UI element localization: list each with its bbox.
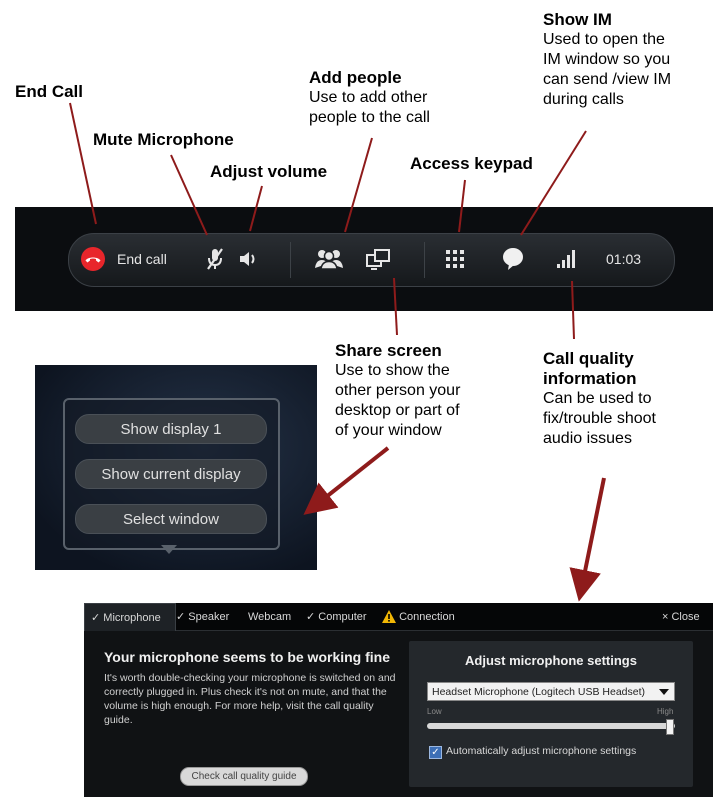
- warning-icon: [382, 610, 396, 623]
- call-timer: 01:03: [606, 251, 642, 267]
- keypad-button[interactable]: [444, 248, 466, 270]
- tab-connection[interactable]: Connection: [382, 603, 455, 630]
- tab-label: Webcam: [248, 610, 292, 623]
- annotation-volume-title: Adjust volume: [210, 162, 328, 181]
- annotation-share-screen: Share screen Use to show the other perso…: [335, 341, 460, 441]
- annotation-show-im-title: Show IM: [543, 10, 612, 29]
- annotation-show-im-line: during calls: [543, 91, 624, 108]
- mic-status-text: It's worth double-checking your micropho…: [104, 672, 396, 726]
- tab-webcam[interactable]: Webcam: [248, 603, 291, 630]
- call-toolbar: End call 01:03: [68, 233, 675, 287]
- end-call-button[interactable]: End call: [81, 247, 167, 271]
- speaker-volume-icon: [240, 252, 255, 266]
- microphone-device-select[interactable]: Headset Microphone (Logitech USB Headset…: [427, 682, 675, 701]
- annotation-show-im-line: can send /view IM: [543, 71, 672, 88]
- adjust-microphone-box: Adjust microphone settings Headset Micro…: [409, 641, 693, 787]
- auto-adjust-checkbox[interactable]: ✓: [429, 746, 442, 759]
- signal-bars-icon: [557, 250, 575, 268]
- annotation-call-quality-line: fix/trouble shoot: [543, 410, 656, 427]
- slider-low-label: Low: [427, 707, 442, 716]
- select-window-button[interactable]: Select window: [75, 504, 267, 534]
- check-icon: ✓: [91, 612, 101, 624]
- tab-speaker[interactable]: ✓ Speaker: [176, 603, 229, 630]
- annotation-call-quality-line: Can be used to: [543, 390, 652, 407]
- annotation-show-im-line: IM window so you: [543, 51, 671, 68]
- share-screen-icon: [366, 249, 390, 270]
- annotation-end-call-title: End Call: [15, 82, 84, 101]
- tab-microphone[interactable]: ✓ Microphone: [84, 603, 176, 631]
- show-im-button[interactable]: [501, 247, 525, 271]
- toolbar-divider: [290, 242, 291, 278]
- check-call-quality-guide-button[interactable]: Check call quality guide: [180, 767, 308, 786]
- share-menu-pointer: [161, 545, 177, 554]
- tab-label: Speaker: [188, 610, 230, 623]
- annotation-add-people: Add people Use to add other people to th…: [309, 68, 430, 128]
- annotation-keypad-title: Access keypad: [410, 154, 533, 173]
- share-menu: Show display 1 Show current display Sele…: [63, 398, 280, 550]
- keypad-icon: [446, 250, 464, 268]
- annotation-call-quality: Call quality information Can be used to …: [543, 349, 656, 449]
- show-current-display-button[interactable]: Show current display: [75, 459, 267, 489]
- annotation-add-people-title: Add people: [309, 68, 402, 87]
- annotation-show-im: Show IM Used to open the IM window so yo…: [543, 10, 671, 110]
- share-screen-button[interactable]: [365, 247, 391, 271]
- auto-adjust-label: Automatically adjust microphone settings: [446, 745, 637, 757]
- annotation-share-screen-line: other person your: [335, 382, 461, 399]
- end-call-phone-icon: [81, 247, 105, 271]
- tab-label: Microphone: [103, 611, 161, 624]
- annotation-call-quality-line: audio issues: [543, 430, 632, 447]
- arrow-to-share-menu: [303, 446, 390, 515]
- annotation-mute-title: Mute Microphone: [93, 130, 234, 149]
- show-display-1-button[interactable]: Show display 1: [75, 414, 267, 444]
- annotation-add-people-line: people to the call: [309, 109, 430, 126]
- tab-computer[interactable]: ✓ Computer: [306, 603, 367, 630]
- call-settings-panel: ✓ Microphone ✓ Speaker Webcam ✓ Computer…: [84, 603, 713, 797]
- add-people-icon: [315, 250, 343, 270]
- arrow-to-settings-panel: [569, 477, 606, 602]
- adjust-microphone-title: Adjust microphone settings: [465, 653, 637, 668]
- check-icon: ✓: [176, 611, 186, 623]
- mic-status-title: Your microphone seems to be working fine: [104, 649, 391, 665]
- annotation-show-im-line: Used to open the: [543, 31, 665, 48]
- im-bubble-icon: [503, 248, 523, 270]
- tab-label: Connection: [399, 610, 455, 623]
- call-quality-button[interactable]: [556, 249, 576, 269]
- end-call-label: End call: [117, 251, 167, 267]
- chevron-down-icon: [659, 689, 669, 695]
- annotation-share-screen-line: Use to show the: [335, 362, 450, 379]
- mute-microphone-button[interactable]: [204, 247, 226, 271]
- annotation-add-people-line: Use to add other: [309, 89, 428, 106]
- toolbar-divider: [424, 242, 425, 278]
- close-label: × Close: [662, 610, 700, 623]
- annotation-share-screen-line: of your window: [335, 422, 442, 439]
- add-people-button[interactable]: [314, 248, 344, 270]
- microphone-volume-slider[interactable]: [427, 723, 675, 729]
- annotation-share-screen-title: Share screen: [335, 341, 442, 360]
- settings-tab-bar: ✓ Microphone ✓ Speaker Webcam ✓ Computer…: [84, 603, 713, 631]
- check-icon: ✓: [306, 611, 316, 623]
- mute-microphone-icon: [207, 248, 223, 270]
- volume-slider-handle[interactable]: [666, 719, 675, 735]
- volume-button[interactable]: [237, 248, 259, 270]
- close-button[interactable]: × Close: [662, 603, 700, 630]
- annotation-call-quality-title: information: [543, 369, 637, 388]
- annotation-call-quality-title: Call quality: [543, 349, 634, 368]
- pointer-line-end-call: [69, 102, 97, 225]
- slider-high-label: High: [657, 707, 674, 716]
- annotation-share-screen-line: desktop or part of: [335, 402, 460, 419]
- tab-label: Computer: [318, 610, 367, 623]
- selected-device-label: Headset Microphone (Logitech USB Headset…: [432, 685, 646, 698]
